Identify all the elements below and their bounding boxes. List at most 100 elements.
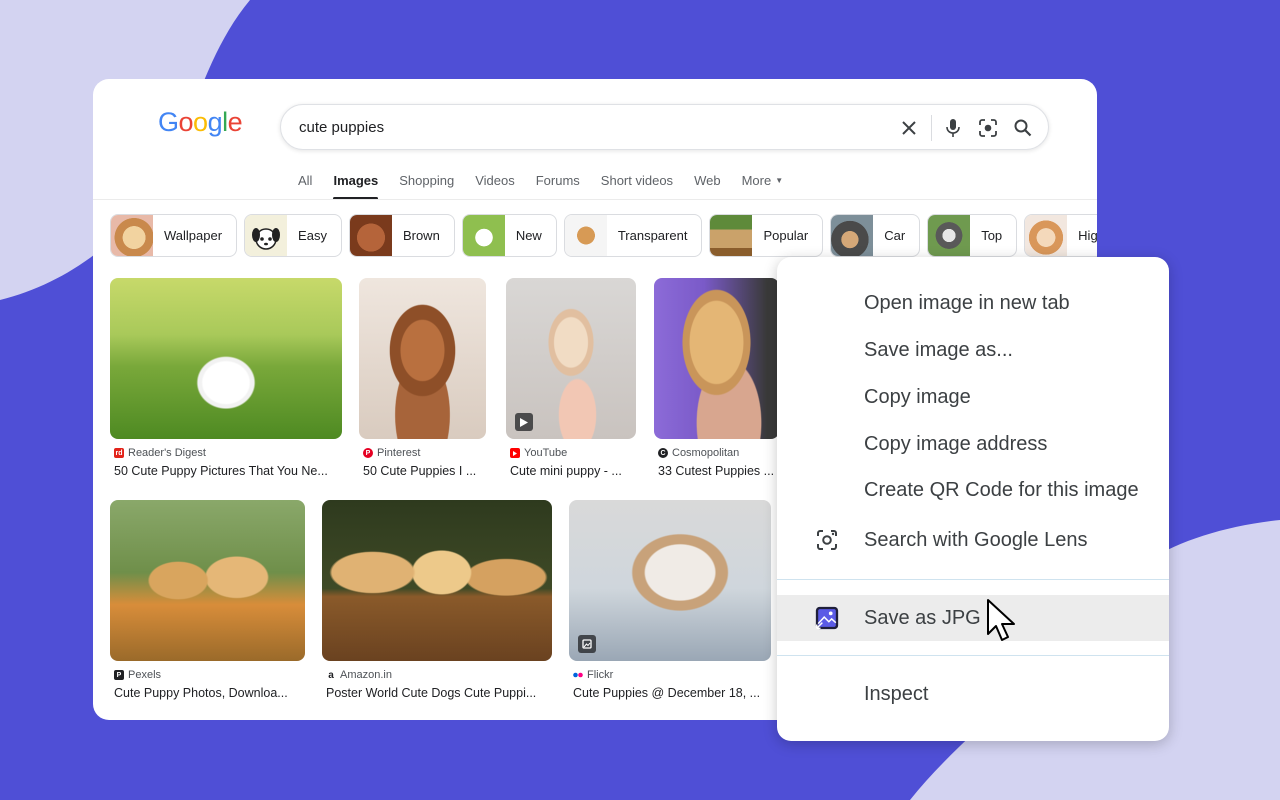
puppy-thumbnail [462, 215, 505, 256]
result-title[interactable]: Cute Puppies @ December 18, ... [569, 686, 771, 700]
image-result[interactable]: P Pexels Cute Puppy Photos, Downloa... [110, 500, 305, 700]
menu-item-copy-image[interactable]: Copy image [777, 374, 1169, 420]
menu-item-label: Inspect [864, 682, 929, 705]
tabs-divider [93, 199, 1097, 200]
image-result[interactable]: YouTube Cute mini puppy - ... [506, 278, 636, 478]
result-source[interactable]: a Amazon.in [322, 669, 552, 681]
menu-item-inspect[interactable]: Inspect [777, 671, 1169, 717]
puppy-thumbnail [349, 215, 392, 256]
result-source[interactable]: P Pinterest [359, 447, 486, 459]
google-logo[interactable]: Google [158, 107, 243, 138]
puppy-image[interactable] [110, 278, 342, 439]
caret-down-icon: ▼ [775, 176, 784, 185]
flickr-icon [573, 670, 583, 680]
puppy-image[interactable] [359, 278, 486, 439]
lens-icon[interactable] [977, 117, 999, 139]
menu-item-save-image-as[interactable]: Save image as... [777, 327, 1169, 373]
chip-label: Top [981, 228, 1003, 243]
search-divider [931, 115, 932, 141]
source-name: YouTube [524, 447, 568, 459]
clear-icon[interactable] [898, 117, 920, 139]
menu-item-open-new-tab[interactable]: Open image in new tab [777, 280, 1169, 326]
source-name: Amazon.in [340, 669, 392, 681]
chip-popular[interactable]: Popular [709, 214, 824, 257]
result-title[interactable]: Cute Puppy Photos, Downloa... [110, 686, 305, 700]
tab-short-videos[interactable]: Short videos [601, 173, 673, 199]
chip-label: Brown [402, 228, 440, 243]
puppy-thumbnail [928, 215, 971, 256]
tab-videos[interactable]: Videos [475, 173, 515, 199]
puppy-image[interactable] [506, 278, 636, 439]
result-title[interactable]: Cute mini puppy - ... [506, 464, 636, 478]
tab-more[interactable]: More ▼ [742, 173, 784, 199]
puppy-image[interactable] [110, 500, 305, 661]
puppy-image[interactable] [569, 500, 771, 661]
image-result[interactable]: rd Reader's Digest 50 Cute Puppy Pictures… [110, 278, 342, 478]
result-source[interactable]: P Pexels [110, 669, 305, 681]
puppy-thumbnail [111, 215, 153, 256]
menu-item-label: Create QR Code for this image [864, 478, 1139, 501]
result-source[interactable]: C Cosmopolitan [654, 447, 779, 459]
source-name: Pexels [128, 669, 162, 681]
chip-transparent[interactable]: Transparent [563, 214, 703, 257]
source-name: Cosmopolitan [672, 447, 740, 459]
result-title[interactable]: Poster World Cute Dogs Cute Puppi... [322, 686, 552, 700]
youtube-icon [510, 448, 520, 458]
tab-images[interactable]: Images [333, 173, 378, 200]
readers-digest-icon: rd [114, 448, 124, 458]
menu-item-label: Open image in new tab [864, 291, 1070, 314]
result-title[interactable]: 50 Cute Puppies I ... [359, 464, 486, 478]
menu-item-create-qr-code[interactable]: Create QR Code for this image [777, 467, 1169, 513]
puppy-thumbnail [710, 215, 753, 256]
menu-item-copy-image-address[interactable]: Copy image address [777, 421, 1169, 467]
result-title[interactable]: 50 Cute Puppy Pictures That You Ne... [110, 464, 342, 478]
menu-item-save-as-jpg[interactable]: Save as JPG [777, 595, 1169, 641]
result-source[interactable]: rd Reader's Digest [110, 447, 342, 459]
puppy-image[interactable] [654, 278, 779, 439]
menu-separator [777, 579, 1169, 580]
save-image-icon [814, 605, 840, 631]
chip-brown[interactable]: Brown [348, 214, 455, 257]
image-result[interactable]: P Pinterest 50 Cute Puppies I ... [359, 278, 486, 478]
tab-all[interactable]: All [298, 173, 312, 199]
result-source[interactable]: Flickr [569, 669, 771, 681]
result-source[interactable]: YouTube [506, 447, 636, 459]
chip-car[interactable]: Car [830, 214, 921, 257]
video-play-icon [515, 413, 533, 431]
menu-item-search-google-lens[interactable]: Search with Google Lens [777, 517, 1169, 563]
puppy-image[interactable] [322, 500, 552, 661]
chip-top[interactable]: Top [927, 214, 1018, 257]
tab-web[interactable]: Web [694, 173, 721, 199]
menu-separator [777, 655, 1169, 656]
chip-label: Transparent [617, 228, 688, 243]
chip-label: Popular [763, 228, 809, 243]
cosmopolitan-icon: C [658, 448, 668, 458]
menu-item-label: Search with Google Lens [864, 528, 1088, 551]
mic-icon[interactable] [942, 117, 964, 139]
menu-item-label: Save image as... [864, 338, 1013, 361]
chip-label: Car [884, 228, 906, 243]
menu-item-label: Save as JPG [864, 606, 981, 629]
chip-wallpaper[interactable]: Wallpaper [110, 214, 238, 257]
source-name: Pinterest [377, 447, 421, 459]
chip-new[interactable]: New [461, 214, 557, 257]
puppy-thumbnail [1025, 215, 1068, 256]
search-input[interactable]: cute puppies [299, 119, 384, 136]
image-result[interactable]: Flickr Cute Puppies @ December 18, ... [569, 500, 771, 700]
mouse-cursor-icon [987, 599, 1015, 641]
search-icon[interactable] [1012, 117, 1034, 139]
chip-easy[interactable]: Easy [244, 214, 342, 257]
amazon-icon: a [326, 670, 336, 681]
source-name: Flickr [587, 669, 614, 681]
chip-label: New [515, 228, 542, 243]
context-menu: Open image in new tab Save image as... C… [777, 257, 1169, 741]
lens-icon [814, 527, 840, 553]
tab-forums[interactable]: Forums [536, 173, 580, 199]
image-result[interactable]: a Amazon.in Poster World Cute Dogs Cute P… [322, 500, 552, 700]
puppy-thumbnail [564, 215, 607, 256]
search-box[interactable]: cute puppies [280, 104, 1049, 150]
result-title[interactable]: 33 Cutest Puppies ... [654, 464, 779, 478]
tab-shopping[interactable]: Shopping [399, 173, 454, 199]
image-result[interactable]: C Cosmopolitan 33 Cutest Puppies ... [654, 278, 779, 478]
chip-high-res[interactable]: High r [1024, 214, 1097, 257]
